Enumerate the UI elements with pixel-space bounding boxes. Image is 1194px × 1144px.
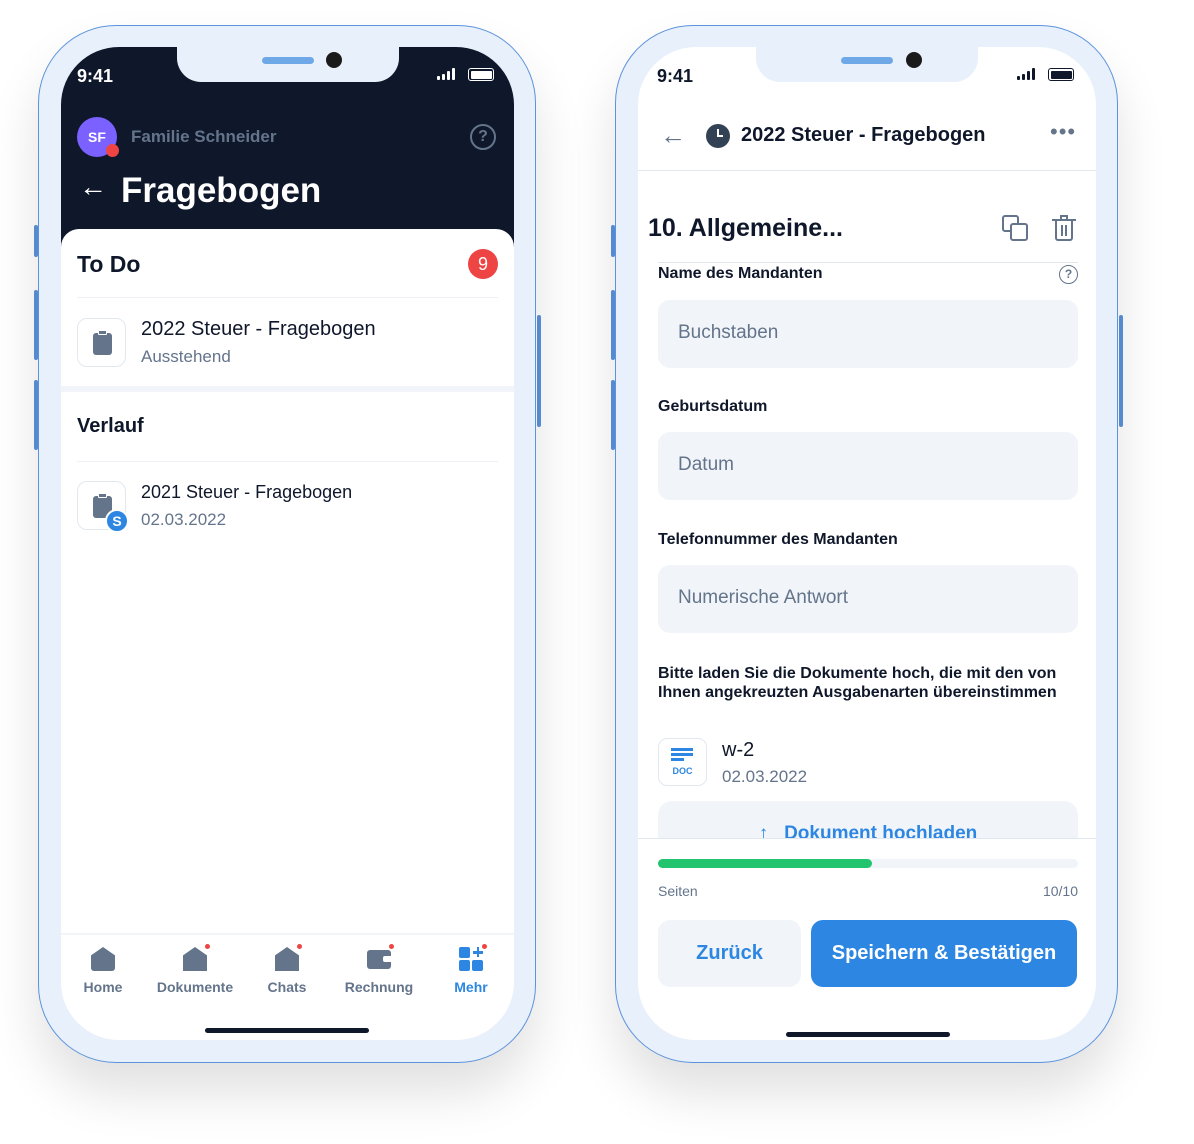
signal-icon [437,68,455,80]
more-icon[interactable]: ••• [1050,119,1076,145]
progress-label: Seiten [658,883,698,899]
progress-bar [658,859,1078,868]
progress-fill [658,859,873,868]
wallet-icon [367,944,394,971]
upload-label: Bitte laden Sie die Dokumente hoch, die … [658,665,1057,701]
save-confirm-button[interactable]: Speichern & Bestätigen [811,920,1077,987]
screen-left: 9:41 SF Familie Schneider ? ← Fragebogen… [61,47,514,1040]
clipboard-icon [77,318,126,367]
clipboard-icon: S [77,481,129,533]
user-name: Familie Schneider [131,127,277,146]
history-heading: Verlauf [77,415,144,437]
todo-count-badge: 9 [468,249,498,279]
clock-icon [706,124,730,148]
status-time: 9:41 [657,66,694,86]
help-icon[interactable]: ? [470,124,496,150]
screen-right: 9:41 ← 2022 Steuer - Fragebogen ••• 10. … [638,47,1096,1040]
grid-plus-icon [459,944,487,971]
phone-input[interactable]: Numerische Antwort [658,565,1078,633]
battery-icon [468,68,494,81]
field-label-birthdate: Geburtsdatum [658,398,768,415]
birthdate-input[interactable]: Datum [658,432,1078,500]
history-item[interactable]: S 2021 Steuer - Fragebogen 02.03.2022 [61,462,514,552]
trash-icon[interactable] [1052,215,1076,241]
header-title: 2022 Steuer - Fragebogen [741,124,986,146]
field-label-phone: Telefonnummer des Mandanten [658,531,898,548]
back-button[interactable]: Zurück [658,920,801,987]
house-icon [91,947,115,971]
progress-value: 10/10 [1042,883,1078,899]
nav-home[interactable]: Home [61,935,149,995]
back-arrow-icon[interactable]: ← [79,171,107,203]
doc-file-icon: DOC [658,738,707,786]
history-item-title: 2021 Steuer - Fragebogen [141,482,353,502]
todo-item-title: 2022 Steuer - Fragebogen [141,318,376,340]
nav-mehr[interactable]: Mehr [425,935,514,995]
page-title: Fragebogen [121,171,322,210]
todo-item[interactable]: 2022 Steuer - Fragebogen Ausstehend [61,298,514,386]
nav-chats[interactable]: Chats [241,935,333,995]
home-indicator [205,1028,369,1033]
bottom-nav: Home Dokumente Chats Rechnung Mehr [61,933,514,1040]
nav-dokumente[interactable]: Dokumente [149,935,241,995]
status-time: 9:41 [77,66,114,86]
home-indicator [786,1032,950,1037]
todo-heading: To Do [77,251,141,277]
status-badge: S [105,509,129,533]
house-icon [275,944,302,971]
footer: Seiten 10/10 Zurück Speichern & Bestätig… [638,838,1096,1040]
file-name[interactable]: w-2 [722,739,754,762]
help-icon[interactable]: ? [1059,265,1078,284]
section-title: 10. Allgemeine... [648,214,843,242]
signal-icon [1017,68,1035,80]
todo-item-status: Ausstehend [141,347,231,366]
nav-rechnung[interactable]: Rechnung [333,935,425,995]
history-item-date: 02.03.2022 [141,510,227,529]
file-date: 02.03.2022 [722,767,808,786]
back-arrow-icon[interactable]: ← [660,120,686,151]
name-input[interactable]: Buchstaben [658,300,1078,368]
copy-icon[interactable] [1002,215,1028,241]
house-icon [183,944,210,971]
battery-icon [1048,68,1074,81]
avatar: SF [77,117,119,157]
field-label-name: Name des Mandanten [658,265,823,282]
